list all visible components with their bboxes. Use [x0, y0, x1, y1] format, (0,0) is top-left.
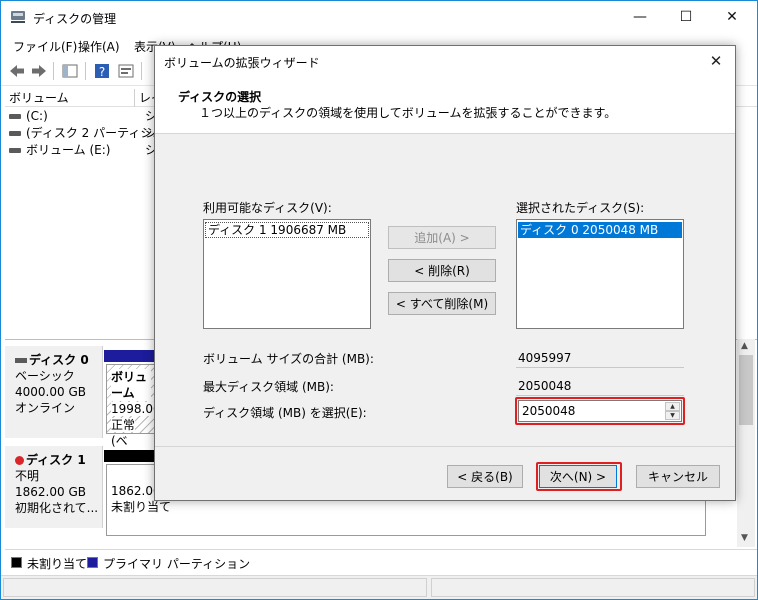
disk-size: 1862.00 GB	[15, 485, 86, 499]
close-button[interactable]: ✕	[709, 1, 755, 33]
menu-file[interactable]: ファイル(F)	[13, 38, 77, 55]
wizard-close-button[interactable]: ✕	[703, 50, 729, 72]
disk-1-info[interactable]: ディスク 1 不明 1862.00 GB 初期化されて...	[5, 446, 103, 528]
total-size-label: ボリューム サイズの合計 (MB):	[203, 352, 374, 366]
svg-text:?: ?	[99, 65, 105, 79]
menu-action[interactable]: 操作(A)	[78, 38, 120, 55]
cancel-button[interactable]: キャンセル	[636, 465, 720, 488]
disk-type: 不明	[15, 469, 40, 483]
partition-title: ボリューム	[111, 369, 151, 401]
disk-1-unallocated-bar	[104, 450, 156, 462]
scroll-up-icon[interactable]: ▲	[741, 341, 748, 351]
footer-separator	[155, 446, 735, 447]
legend-primary-label: プライマリ パーティション	[103, 557, 251, 571]
volume-row[interactable]: (C:) シン	[5, 108, 169, 125]
selected-disks-label: 選択されたディスク(S):	[516, 201, 645, 215]
max-space-value: 2050048	[516, 376, 684, 396]
back-arrow-icon[interactable]	[8, 62, 26, 80]
minimize-button[interactable]: —	[617, 1, 663, 33]
wizard-heading: ディスクの選択	[178, 90, 262, 104]
wizard-subheading: １つ以上のディスクの領域を使用してボリュームを拡張することができます。	[199, 106, 617, 120]
volume-row[interactable]: ボリューム (E:) シン	[5, 142, 169, 159]
disk-error-icon	[15, 456, 24, 465]
legend-primary-swatch	[87, 557, 98, 568]
legend-unallocated-label: 未割り当て	[27, 557, 88, 571]
disk-type: ベーシック	[15, 369, 75, 383]
next-button-highlight-box	[536, 462, 622, 491]
status-cell	[3, 578, 427, 597]
disk-size: 4000.00 GB	[15, 385, 86, 399]
disk-pane-scrollbar[interactable]: ▲ ▼	[737, 339, 755, 547]
volume-row[interactable]: (ディスク 2 パーティシ... シン	[5, 125, 169, 142]
total-size-value: 4095997	[516, 348, 684, 368]
remove-all-button[interactable]: < すべて削除(M)	[388, 292, 496, 315]
scroll-down-icon[interactable]: ▼	[741, 533, 748, 543]
app-title: ディスクの管理	[33, 12, 117, 26]
status-cell	[431, 578, 755, 597]
add-button[interactable]: 追加(A) >	[388, 226, 496, 249]
volume-icon	[9, 114, 21, 119]
forward-arrow-icon[interactable]	[30, 62, 48, 80]
properties-icon[interactable]	[117, 62, 135, 80]
column-volume[interactable]: ボリューム	[5, 89, 135, 107]
scroll-thumb[interactable]	[739, 355, 753, 425]
disk-icon	[15, 358, 27, 363]
input-highlight-box	[515, 397, 685, 425]
console-tree-icon[interactable]	[61, 62, 79, 80]
toolbar-separator	[53, 62, 54, 80]
volume-icon	[9, 131, 21, 136]
maximize-button[interactable]: ☐	[663, 1, 709, 33]
volume-name: (C:)	[26, 109, 48, 123]
extend-volume-wizard: ボリュームの拡張ウィザード ✕ ディスクの選択 １つ以上のディスクの領域を使用し…	[154, 45, 736, 501]
wizard-header: ディスクの選択 １つ以上のディスクの領域を使用してボリュームを拡張することができ…	[155, 76, 735, 134]
remove-button[interactable]: < 削除(R)	[388, 259, 496, 282]
selected-disk-item[interactable]: ディスク 0 2050048 MB	[518, 222, 682, 238]
disk-name: ディスク 1	[26, 453, 86, 467]
main-titlebar: ディスクの管理 — ☐ ✕	[1, 1, 757, 33]
wizard-titlebar: ボリュームの拡張ウィザード ✕	[155, 46, 735, 76]
disk-status: オンライン	[15, 401, 76, 415]
toolbar-separator	[85, 62, 86, 80]
available-disks-list[interactable]: ディスク 1 1906687 MB	[203, 219, 371, 329]
disk-0-partition[interactable]: ボリューム 1998.00 正常 (ベ	[106, 364, 161, 448]
disk-0-info[interactable]: ディスク 0 ベーシック 4000.00 GB オンライン	[5, 346, 103, 438]
back-button[interactable]: < 戻る(B)	[447, 465, 523, 488]
available-disk-item[interactable]: ディスク 1 1906687 MB	[205, 222, 369, 238]
disk-status: 初期化されて...	[15, 501, 99, 515]
partition-status: 未割り当て	[111, 500, 172, 514]
available-disks-label: 利用可能なディスク(V):	[203, 201, 332, 215]
wizard-title: ボリュームの拡張ウィザード	[164, 56, 320, 70]
selected-disks-list[interactable]: ディスク 0 2050048 MB	[516, 219, 684, 329]
legend-unallocated-swatch	[11, 557, 22, 568]
status-bar	[1, 575, 757, 599]
help-icon[interactable]: ?	[93, 62, 111, 80]
legend-bar: 未割り当て プライマリ パーティション	[5, 549, 757, 573]
volume-name: (ディスク 2 パーティシ...	[26, 126, 164, 140]
disk-management-icon	[11, 11, 25, 23]
partition-status: 正常 (ベ	[111, 418, 136, 448]
select-space-label: ディスク領域 (MB) を選択(E):	[203, 406, 367, 420]
volume-name: ボリューム (E:)	[26, 143, 111, 157]
disk-name: ディスク 0	[29, 353, 89, 367]
volume-icon	[9, 148, 21, 153]
toolbar-separator	[141, 62, 142, 80]
disk-0-partition-bar	[104, 350, 156, 362]
max-space-label: 最大ディスク領域 (MB):	[203, 380, 334, 394]
